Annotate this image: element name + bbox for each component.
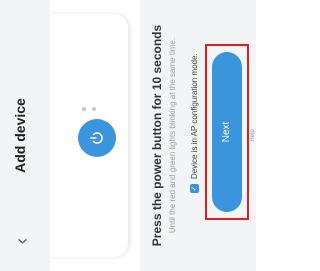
ap-mode-checkbox[interactable]: ✓: [190, 184, 199, 193]
power-icon: [90, 132, 103, 144]
instruction-heading: Press the power button for 10 seconds: [150, 24, 164, 247]
ap-mode-label: Device is in AP configuration mode.: [190, 53, 199, 179]
instruction-subtext: Until the red and green lights blinking …: [168, 37, 177, 234]
device-illustration-card: [50, 14, 128, 257]
device-button: [78, 119, 116, 157]
next-button[interactable]: Next: [212, 52, 242, 212]
indicator-light: [82, 107, 86, 111]
indicator-light: [92, 107, 96, 111]
next-button-highlight: Next: [205, 44, 249, 220]
help-link[interactable]: Help: [250, 0, 256, 271]
page-title: Add device: [12, 98, 28, 173]
top-bar: ‹ Add device: [0, 0, 50, 271]
screen: ‹ Add device Press the power button for …: [0, 0, 256, 271]
